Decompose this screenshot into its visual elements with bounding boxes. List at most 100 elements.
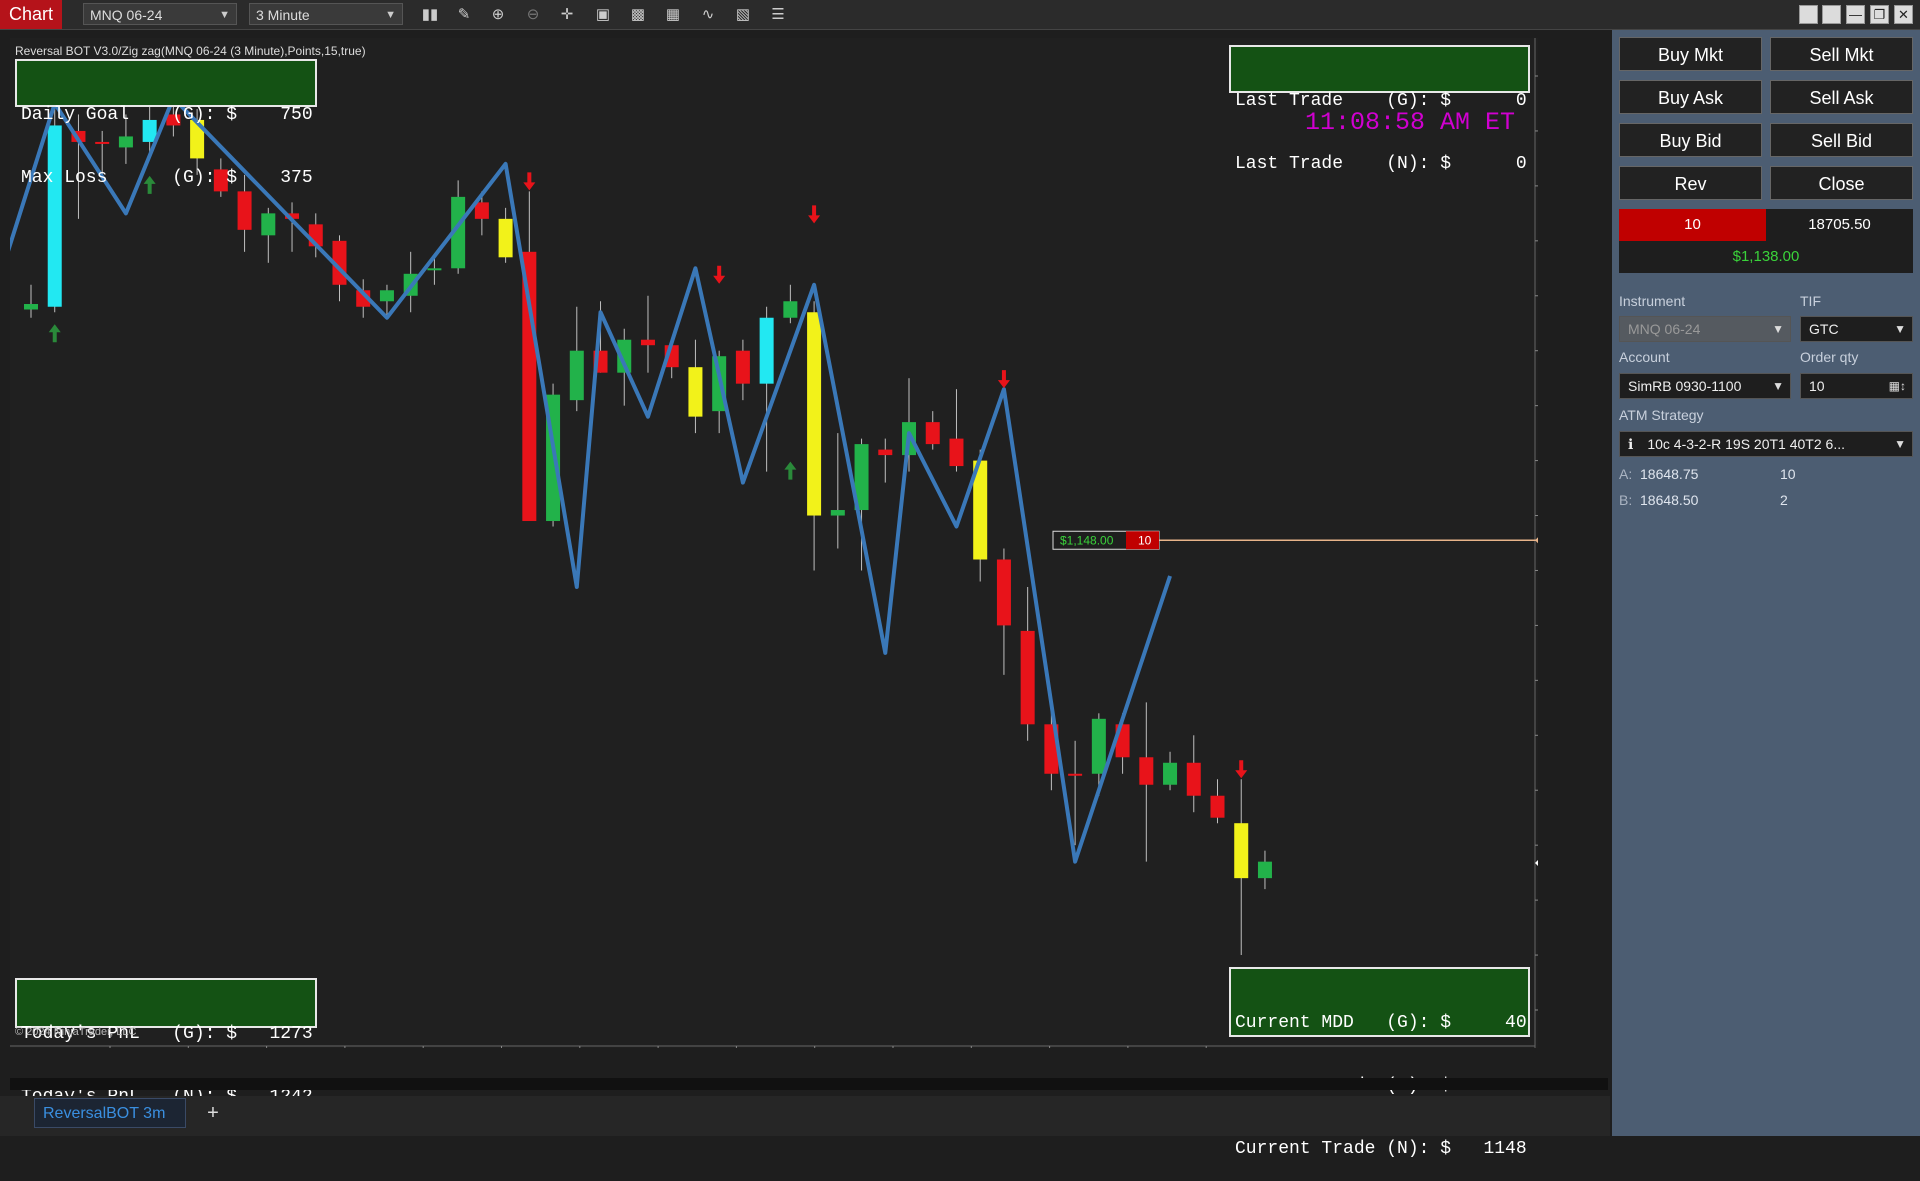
candle-body (688, 367, 703, 417)
copyright-notice: © 2024 NinjaTrader, LLC (15, 1026, 137, 1038)
candle-body (1091, 718, 1106, 774)
templates-icon[interactable]: ☰ (767, 4, 789, 26)
bar-type-icon[interactable]: ▮▮ (419, 4, 441, 26)
tab-reversalbot-3m[interactable]: ReversalBOT 3m (34, 1098, 186, 1128)
todays-pnl-box: Today's PnL (G): $ 1273 Today's PnL (N):… (15, 978, 317, 1107)
order-qty-input[interactable]: 10 ▦↕ (1800, 373, 1913, 399)
instrument-selector-value: MNQ 06-24 (90, 7, 163, 23)
candle-body (996, 559, 1011, 626)
chart-title-tab[interactable]: Chart (0, 0, 62, 29)
candle-body (783, 301, 798, 318)
close-icon[interactable]: ✕ (1894, 5, 1913, 24)
bracket-b-qty: 2 (1780, 492, 1788, 508)
candle-body (522, 251, 537, 522)
restore-icon[interactable] (1799, 5, 1818, 24)
candle-body (1234, 823, 1249, 879)
position-avg-price: 18705.50 (1766, 209, 1913, 241)
crosshair-icon[interactable]: ✛ (556, 4, 578, 26)
instrument-label: Instrument (1619, 293, 1686, 309)
clock: 11:08:58 AM ET (1305, 108, 1516, 137)
chevron-down-icon: ▼ (385, 9, 396, 21)
zoom-out-icon[interactable]: ⊖ (522, 4, 544, 26)
bracket-a-price: 18648.75 (1640, 466, 1699, 482)
candle-body (1139, 757, 1154, 785)
sell-mkt-button[interactable]: Sell Mkt (1770, 37, 1913, 71)
account-label: Account (1619, 349, 1670, 365)
rev-button[interactable]: Rev (1619, 166, 1762, 200)
chart-tab-strip (0, 1096, 1610, 1136)
atm-strategy-select[interactable]: ℹ 10c 4-3-2-R 19S 20T1 40T2 6... ▼ (1619, 431, 1913, 457)
draw-tools-icon[interactable]: ✎ (453, 4, 475, 26)
bracket-b-price: 18648.50 (1640, 492, 1699, 508)
sell-ask-button[interactable]: Sell Ask (1770, 80, 1913, 114)
position-qty-text: 10 (1138, 533, 1152, 547)
tile-icon[interactable] (1822, 5, 1841, 24)
candle-body (498, 218, 513, 258)
candle-body (24, 304, 38, 310)
qty-stepper-icon[interactable]: ▦↕ (1889, 374, 1906, 398)
current-mdd-line: Current MDD (G): $ 40 (1235, 1013, 1527, 1033)
atm-strategy-value: 10c 4-3-2-R 19S 20T1 40T2 6... (1647, 436, 1845, 452)
chart-trader-panel: Buy Mkt Sell Mkt Buy Ask Sell Ask Buy Bi… (1612, 30, 1920, 1136)
candle-body (1163, 762, 1178, 785)
bracket-b-label: B: (1619, 492, 1633, 508)
chevron-down-icon: ▼ (1772, 379, 1784, 393)
last-trade-net-line: Last Trade (N): $ 0 (1235, 154, 1527, 174)
candle-body (379, 290, 394, 302)
position-pnl-text: $1,148.00 (1060, 533, 1114, 547)
horizontal-scrollbar[interactable] (10, 1078, 1608, 1090)
chart-toolbar: Chart MNQ 06-24 ▼ 3 Minute ▼ ▮▮ ✎ ⊕ ⊖ ✛ … (0, 0, 1920, 30)
candle-body (807, 312, 822, 516)
candle-body (1186, 762, 1201, 796)
atm-strategy-label: ATM Strategy (1619, 407, 1704, 423)
strategies-icon[interactable]: ∿ (697, 4, 719, 26)
buy-ask-button[interactable]: Buy Ask (1619, 80, 1762, 114)
candle-body (640, 339, 655, 346)
account-select-value: SimRB 0930-1100 (1628, 378, 1742, 394)
order-qty-value: 10 (1809, 378, 1825, 394)
candle-body (261, 213, 276, 236)
properties-icon[interactable]: ▩ (627, 4, 649, 26)
tif-select-value: GTC (1809, 321, 1839, 337)
current-trade-net-line: Current Trade (N): $ 1148 (1235, 1139, 1527, 1159)
candle-body (1257, 861, 1272, 879)
interval-selector[interactable]: 3 Minute ▼ (249, 3, 403, 25)
current-trade-box: Current MDD (G): $ 40 Current Trade (G):… (1229, 967, 1530, 1159)
maximize-icon[interactable]: ❐ (1870, 5, 1889, 24)
candle-body (830, 510, 845, 516)
instrument-select[interactable]: MNQ 06-24 ▼ (1619, 316, 1791, 342)
indicator-title: Reversal BOT V3.0/Zig zag(MNQ 06-24 (3 M… (15, 44, 366, 58)
zoom-in-icon[interactable]: ⊕ (487, 4, 509, 26)
info-icon[interactable]: ℹ (1628, 436, 1633, 452)
candle-body (1210, 795, 1225, 818)
bracket-a-qty: 10 (1780, 466, 1796, 482)
interval-selector-value: 3 Minute (256, 7, 310, 23)
buy-bid-button[interactable]: Buy Bid (1619, 123, 1762, 157)
chevron-down-icon: ▼ (1772, 322, 1784, 336)
instrument-selector[interactable]: MNQ 06-24 ▼ (83, 3, 237, 25)
minimize-icon[interactable]: — (1846, 5, 1865, 24)
close-position-button[interactable]: Close (1770, 166, 1913, 200)
candle-body (1020, 630, 1035, 725)
candle-body (735, 350, 750, 384)
bracket-a-label: A: (1619, 466, 1633, 482)
sell-bid-button[interactable]: Sell Bid (1770, 123, 1913, 157)
tif-select[interactable]: GTC ▼ (1800, 316, 1913, 342)
data-box-icon[interactable]: ▣ (592, 4, 614, 26)
account-select[interactable]: SimRB 0930-1100 ▼ (1619, 373, 1791, 399)
candle-body (925, 422, 940, 445)
candle-body (474, 202, 489, 219)
candle-body (427, 268, 442, 271)
instrument-select-value: MNQ 06-24 (1628, 321, 1701, 337)
position-qty: 10 (1619, 209, 1766, 241)
candle-body (878, 449, 893, 456)
candle-body (949, 438, 964, 467)
buy-mkt-button[interactable]: Buy Mkt (1619, 37, 1762, 71)
last-trade-box: Last Trade (G): $ 0 Last Trade (N): $ 0 (1229, 45, 1530, 174)
max-loss-line: Max Loss (G): $ 375 (21, 168, 313, 188)
daily-goal-box: Daily Goal (G): $ 750 Max Loss (G): $ 37… (15, 59, 317, 188)
chart-trader-icon[interactable]: ▧ (732, 4, 754, 26)
add-tab-button[interactable]: + (200, 1098, 226, 1128)
chevron-down-icon: ▼ (219, 9, 230, 21)
indicators-icon[interactable]: ▦ (662, 4, 684, 26)
